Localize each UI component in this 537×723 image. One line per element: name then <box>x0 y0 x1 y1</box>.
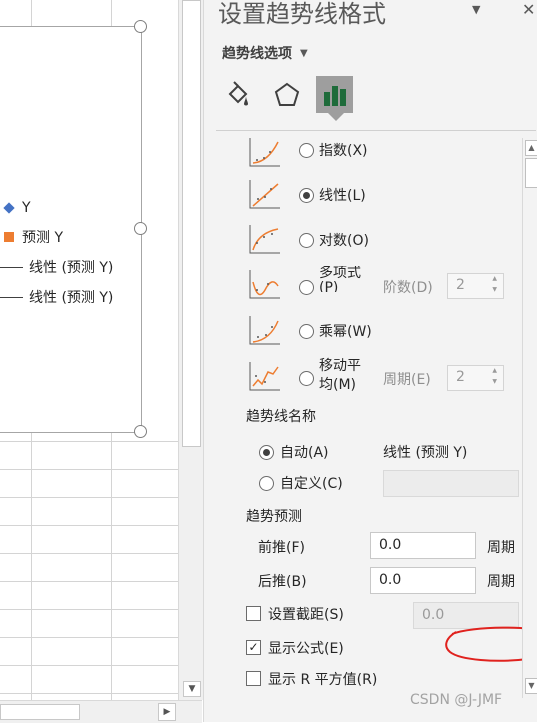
backward-input[interactable]: 0.0 <box>370 567 476 594</box>
legend-label: Y <box>22 200 31 216</box>
active-tab-pointer <box>328 113 344 121</box>
scroll-thumb[interactable] <box>182 0 201 447</box>
scroll-up-arrow-icon[interactable]: ▲ <box>525 140 537 156</box>
display-r-squared-label: 显示 R 平方值(R) <box>268 672 378 688</box>
trendline-options-dropdown[interactable]: 趋势线选项 ▼ <box>222 43 308 63</box>
power-trend-icon <box>249 316 280 345</box>
close-icon[interactable]: ✕ <box>522 0 535 19</box>
power-radio[interactable] <box>299 324 314 339</box>
legend-item-linear-2[interactable]: 线性 (预测 Y) <box>0 286 114 308</box>
intercept-input[interactable]: 0.0 <box>413 602 519 629</box>
auto-name-label: 自动(A) <box>280 445 329 461</box>
polynomial-trend-icon <box>249 270 280 299</box>
display-equation-label: 显示公式(E) <box>268 641 344 657</box>
stepper-down-icon: ▼ <box>492 286 497 293</box>
effects-tab[interactable] <box>268 76 305 113</box>
linear-trend-icon <box>249 180 280 209</box>
stepper-up-icon: ▲ <box>492 275 497 282</box>
scroll-down-arrow-icon[interactable]: ▼ <box>183 681 201 697</box>
sheet-horizontal-scrollbar[interactable]: ▶ <box>0 700 202 723</box>
exponential-radio[interactable] <box>299 143 314 158</box>
stepper-down-icon: ▼ <box>492 378 497 385</box>
moving-average-radio[interactable] <box>299 371 314 386</box>
trendline-name-heading: 趋势线名称 <box>246 409 316 425</box>
moving-average-period-label: 周期(E) <box>383 372 431 388</box>
sheet-vertical-scrollbar[interactable]: ▼ <box>178 0 203 700</box>
custom-name-input[interactable] <box>383 470 519 497</box>
legend-item-predicted-y[interactable]: 预测 Y <box>3 226 63 248</box>
chevron-down-icon: ▼ <box>300 47 308 59</box>
linear-label: 线性(L) <box>319 188 366 204</box>
moving-average-trend-icon <box>249 362 280 391</box>
paint-bucket-icon <box>228 80 248 105</box>
polynomial-label: 多项式 (P) <box>319 266 361 292</box>
trendline-options-tab[interactable] <box>316 76 353 113</box>
legend-label: 预测 Y <box>22 230 64 246</box>
stepper-up-icon: ▲ <box>492 367 497 374</box>
display-r-squared-checkbox[interactable] <box>246 671 261 686</box>
scroll-right-arrow-icon[interactable]: ▶ <box>158 703 176 721</box>
logarithmic-radio[interactable] <box>299 233 314 248</box>
auto-name-radio[interactable] <box>259 445 274 460</box>
exponential-trend-icon <box>249 138 280 167</box>
set-intercept-checkbox[interactable] <box>246 606 261 621</box>
chart-area[interactable]: Y 预测 Y 线性 (预测 Y) 线性 (预测 Y) <box>0 26 142 433</box>
worksheet-grid[interactable]: Y 预测 Y 线性 (预测 Y) 线性 (预测 Y) <box>0 0 178 700</box>
legend-item-linear-1[interactable]: 线性 (预测 Y) <box>0 256 114 278</box>
custom-name-label: 自定义(C) <box>280 476 343 492</box>
resize-handle-right[interactable] <box>134 222 147 235</box>
forward-label: 前推(F) <box>258 540 305 556</box>
scroll-thumb[interactable] <box>525 158 537 188</box>
scroll-thumb[interactable] <box>0 704 80 720</box>
polynomial-order-stepper[interactable]: 2 ▲ ▼ <box>447 273 504 299</box>
forward-input[interactable]: 0.0 <box>370 532 476 559</box>
divider <box>216 130 536 131</box>
format-trendline-pane: 设置趋势线格式 ▼ ✕ 趋势线选项 ▼ 指数(X) 线性(L) 对数(O) 多项… <box>203 0 537 722</box>
bar-chart-icon <box>323 85 346 106</box>
logarithmic-label: 对数(O) <box>319 233 369 249</box>
pane-title: 设置趋势线格式 <box>218 0 386 28</box>
watermark: CSDN @J-JMF <box>410 692 503 708</box>
exponential-label: 指数(X) <box>319 143 368 159</box>
polynomial-order-label: 阶数(D) <box>383 280 433 296</box>
legend-line-marker <box>0 266 23 268</box>
pane-vertical-scrollbar[interactable]: ▲ ▼ <box>522 138 537 698</box>
pane-options-dropdown-icon[interactable]: ▼ <box>472 3 480 16</box>
set-intercept-label: 设置截距(S) <box>268 607 344 623</box>
legend-label: 线性 (预测 Y) <box>29 260 114 276</box>
logarithmic-trend-icon <box>249 225 280 254</box>
scroll-down-arrow-icon[interactable]: ▼ <box>525 678 537 694</box>
legend-marker-y <box>3 202 15 214</box>
legend-item-y[interactable]: Y <box>3 197 31 219</box>
forecast-heading: 趋势预测 <box>246 509 302 525</box>
custom-name-radio[interactable] <box>259 476 274 491</box>
polynomial-radio[interactable] <box>299 280 314 295</box>
display-equation-checkbox[interactable]: ✓ <box>246 640 261 655</box>
power-label: 乘幂(W) <box>319 324 372 340</box>
moving-average-period-stepper[interactable]: 2 ▲ ▼ <box>447 365 504 391</box>
fill-line-tab[interactable] <box>218 76 255 113</box>
pentagon-icon <box>274 82 299 106</box>
backward-unit: 周期 <box>487 574 515 590</box>
legend-label: 线性 (预测 Y) <box>29 290 114 306</box>
resize-handle-bottom-right[interactable] <box>134 425 147 438</box>
legend-line-marker <box>0 296 23 298</box>
resize-handle-top-right[interactable] <box>134 20 147 33</box>
legend-marker-predicted-y <box>4 232 14 242</box>
forward-unit: 周期 <box>487 540 515 556</box>
moving-average-label: 移动平 均(M) <box>319 358 361 393</box>
backward-label: 后推(B) <box>258 574 307 590</box>
section-title: 趋势线选项 <box>222 46 292 62</box>
linear-radio[interactable] <box>299 188 314 203</box>
auto-name-value: 线性 (预测 Y) <box>383 445 468 461</box>
